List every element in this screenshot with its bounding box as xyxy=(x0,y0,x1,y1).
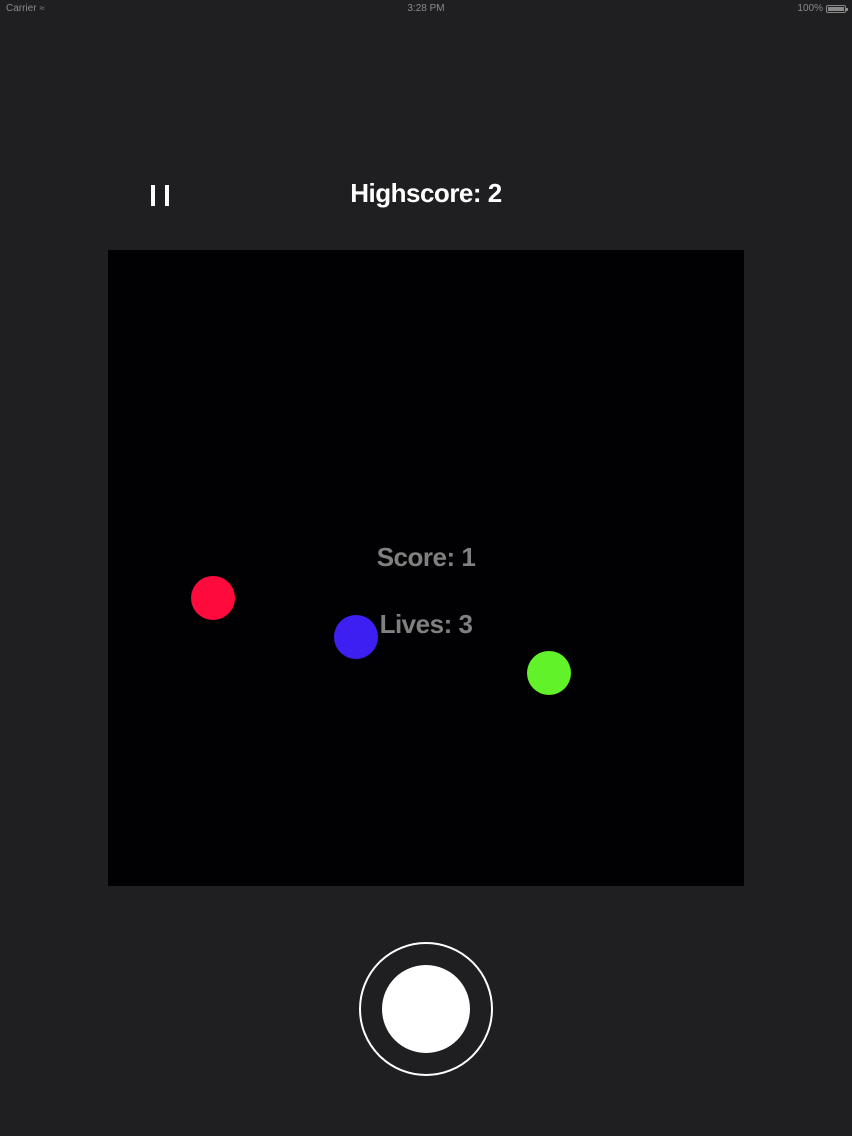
action-button[interactable] xyxy=(359,942,493,1076)
highscore-label: Highscore: 2 xyxy=(350,178,502,208)
battery-percent: 100% xyxy=(797,3,823,14)
battery-status: 100% xyxy=(797,3,848,14)
blue-ball xyxy=(334,615,378,659)
battery-icon xyxy=(826,4,848,13)
record-button-icon xyxy=(382,965,470,1053)
game-board[interactable]: Score: 1 Lives: 3 xyxy=(108,250,744,886)
red-ball xyxy=(191,576,235,620)
score-label: Score: 1 xyxy=(376,542,476,572)
green-ball xyxy=(527,651,571,695)
status-time: 3:28 PM xyxy=(407,3,445,14)
status-bar: Carrier ≈ 3:28 PM 100% xyxy=(0,0,852,18)
